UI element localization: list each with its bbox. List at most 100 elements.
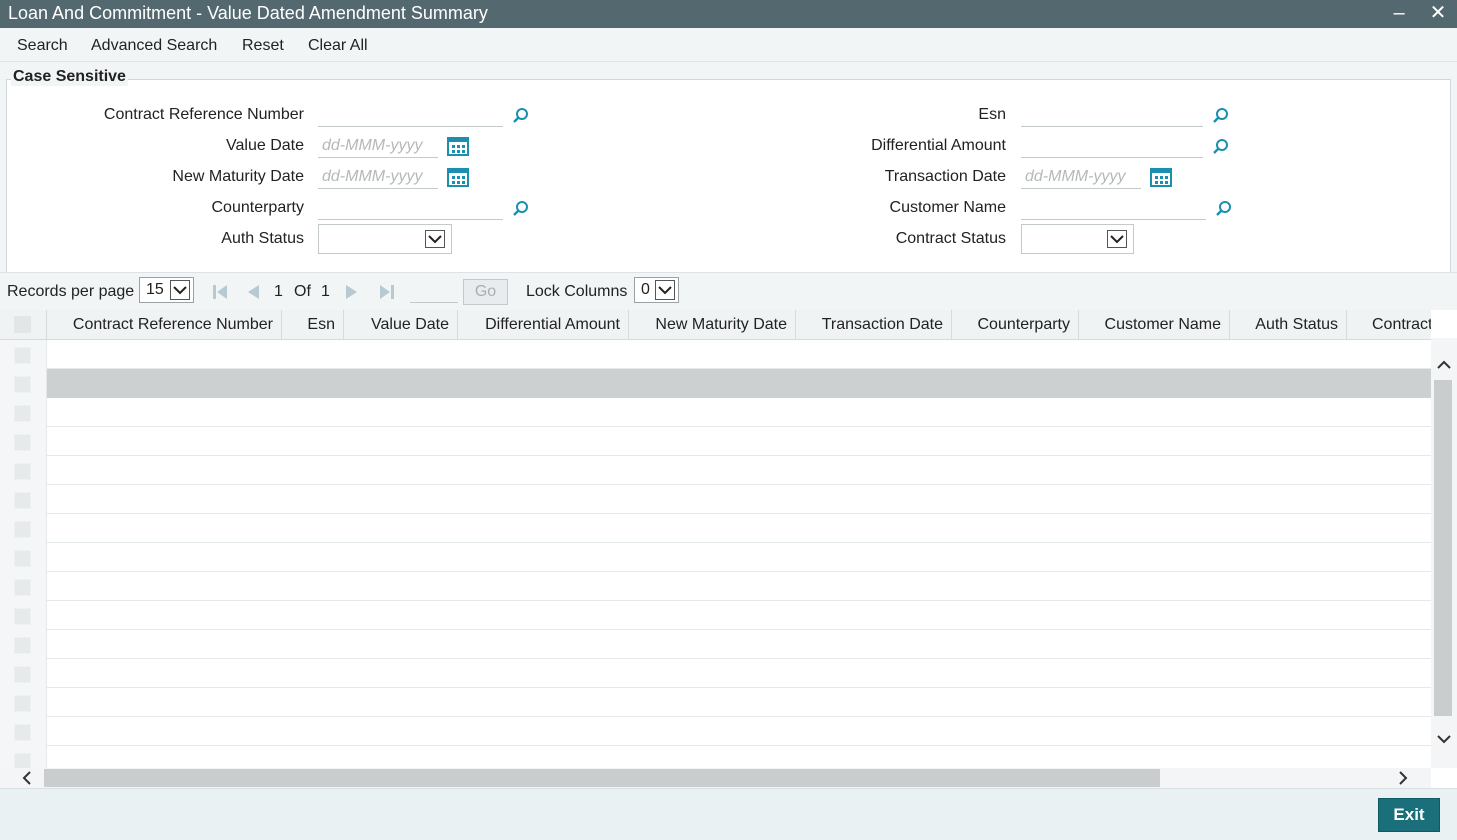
records-per-page-select[interactable]: 15 [139,277,194,303]
row-checkbox[interactable] [14,724,31,741]
column-header[interactable]: Value Date [344,310,458,340]
column-header[interactable]: Esn [282,310,344,340]
search-icon[interactable] [1212,138,1230,156]
search-icon[interactable] [1212,107,1230,125]
chevron-up-icon[interactable] [1435,356,1453,374]
go-button[interactable]: Go [463,279,508,305]
customer-name-input[interactable] [1021,196,1206,220]
reset-button[interactable]: Reset [242,37,284,55]
row-checkbox[interactable] [14,492,31,509]
row-checkbox[interactable] [14,550,31,567]
search-icon[interactable] [512,107,530,125]
chevron-left-icon[interactable] [18,769,36,787]
next-page-icon[interactable] [344,284,360,300]
transaction-date-input[interactable] [1021,165,1141,189]
search-icon[interactable] [512,200,530,218]
row-checkbox[interactable] [14,695,31,712]
vertical-scrollbar[interactable] [1431,338,1457,768]
table-row[interactable] [0,659,1431,688]
row-checkbox[interactable] [14,463,31,480]
last-page-icon[interactable] [379,284,395,300]
lock-columns-value: 0 [641,281,650,298]
chevron-down-icon[interactable] [425,230,445,248]
row-checkbox[interactable] [14,434,31,451]
table-row[interactable] [0,543,1431,572]
horizontal-scroll-thumb[interactable] [44,769,1160,787]
column-header[interactable]: Contract Reference Number [47,310,282,340]
contract-ref-input[interactable] [318,103,503,127]
calendar-icon[interactable] [447,135,469,157]
row-checkbox[interactable] [14,579,31,596]
column-header[interactable]: Customer Name [1079,310,1230,340]
calendar-icon[interactable] [1150,166,1172,188]
row-checkbox[interactable] [14,376,31,393]
row-checkbox[interactable] [14,521,31,538]
window-title: Loan And Commitment - Value Dated Amendm… [8,3,488,23]
total-pages: 1 [321,283,330,300]
value-date-label: Value Date [226,137,304,154]
exit-button[interactable]: Exit [1378,798,1440,832]
table-row[interactable] [0,340,1431,369]
table-row[interactable] [0,601,1431,630]
counterparty-input[interactable] [318,196,503,220]
chevron-down-icon[interactable] [655,280,675,300]
select-all-cell[interactable] [0,310,47,340]
search-icon[interactable] [1215,200,1233,218]
row-checkbox[interactable] [14,608,31,625]
column-header[interactable]: New Maturity Date [629,310,796,340]
case-sensitive-legend: Case Sensitive [11,68,128,86]
esn-input[interactable] [1021,103,1203,127]
pagination-bar: Records per page 15 1 Of 1 Go Lock Colum… [0,272,1457,310]
vertical-scroll-thumb[interactable] [1434,380,1452,716]
contract-status-select[interactable] [1021,224,1134,254]
first-page-icon[interactable] [212,284,228,300]
table-row[interactable] [0,456,1431,485]
chevron-down-icon[interactable] [170,280,190,300]
row-checkbox[interactable] [14,347,31,364]
of-label: Of [294,283,311,300]
table-row[interactable] [0,514,1431,543]
clear-all-button[interactable]: Clear All [308,37,368,55]
records-per-page-value: 15 [146,281,164,298]
row-checkbox[interactable] [14,637,31,654]
lock-columns-select[interactable]: 0 [634,277,679,303]
column-header[interactable]: Transaction Date [796,310,952,340]
table-row[interactable] [0,572,1431,601]
close-icon[interactable]: ✕ [1427,2,1449,24]
auth-status-label: Auth Status [221,230,304,247]
value-date-input[interactable] [318,134,438,158]
new-maturity-date-input[interactable] [318,165,438,189]
row-checkbox[interactable] [14,666,31,683]
page-number-input[interactable] [410,281,458,303]
toolbar: Search Advanced Search Reset Clear All [0,28,1457,62]
table-row[interactable] [0,427,1431,456]
table-row[interactable] [0,688,1431,717]
current-page: 1 [274,283,283,300]
chevron-down-icon[interactable] [1107,230,1127,248]
minimize-icon[interactable]: – [1388,2,1410,24]
chevron-down-icon[interactable] [1435,730,1453,748]
chevron-right-icon[interactable] [1394,769,1412,787]
differential-amount-label: Differential Amount [871,137,1006,154]
search-button[interactable]: Search [17,37,68,55]
advanced-search-button[interactable]: Advanced Search [91,37,217,55]
differential-amount-input[interactable] [1021,134,1203,158]
column-header[interactable]: Auth Status [1230,310,1347,340]
counterparty-label: Counterparty [211,199,305,216]
auth-status-select[interactable] [318,224,452,254]
table-row[interactable] [0,717,1431,746]
column-header[interactable]: Contract [1347,310,1431,340]
table-row[interactable] [0,630,1431,659]
previous-page-icon[interactable] [245,284,261,300]
table-row[interactable] [0,398,1431,427]
select-all-checkbox[interactable] [14,316,31,333]
row-checkbox[interactable] [14,405,31,422]
title-bar: Loan And Commitment - Value Dated Amendm… [0,0,1457,28]
column-header[interactable]: Counterparty [952,310,1079,340]
table-row[interactable] [0,485,1431,514]
table-row[interactable] [0,369,1431,398]
horizontal-scrollbar[interactable] [0,768,1431,788]
table-row[interactable] [0,746,1431,770]
column-header[interactable]: Differential Amount [458,310,629,340]
calendar-icon[interactable] [447,166,469,188]
